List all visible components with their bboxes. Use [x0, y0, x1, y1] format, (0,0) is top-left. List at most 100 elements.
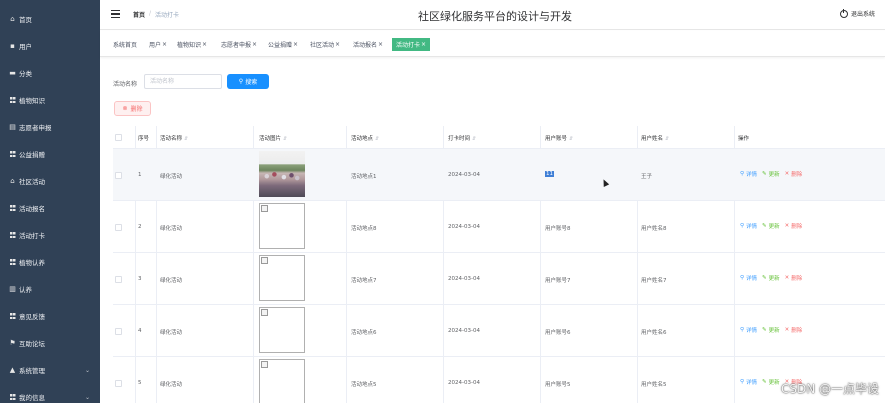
close-icon: ✕: [784, 275, 790, 281]
sort-icon[interactable]: ⇵: [184, 136, 188, 142]
close-icon[interactable]: ×: [202, 41, 207, 48]
tag-label: 活动报名: [353, 42, 378, 49]
sidebar-item-activity-signup[interactable]: 活动报名: [0, 195, 100, 221]
detail-button[interactable]: ⚲ 详情: [740, 222, 757, 230]
activity-image-thumbnail[interactable]: [259, 307, 305, 353]
edit-button[interactable]: ✎ 更新: [762, 170, 780, 178]
edit-button[interactable]: ✎ 更新: [762, 378, 780, 386]
edit-button[interactable]: ✎ 更新: [762, 326, 780, 334]
logout-button[interactable]: 退出系统: [839, 9, 875, 18]
edit-label: 更新: [768, 328, 780, 334]
breadcrumb-home[interactable]: 首页: [133, 10, 145, 19]
tag-users[interactable]: 用户 ×: [149, 38, 167, 51]
detail-label: 详情: [746, 276, 758, 282]
sidebar-item-feedback[interactable]: 意见反馈: [0, 303, 100, 329]
sidebar-item-home[interactable]: ⌂ 首页: [0, 6, 100, 32]
close-icon[interactable]: ×: [252, 41, 257, 48]
tag-community-activity[interactable]: 社区活动 ×: [310, 38, 340, 51]
edit-button[interactable]: ✎ 更新: [762, 222, 780, 230]
edit-button[interactable]: ✎ 更新: [762, 274, 780, 282]
table-row[interactable]: 2 绿化活动 活动地点8 2024-03-04 用户账号8 用户姓名8 ⚲ 详情 …: [113, 201, 885, 253]
tag-activity-signup[interactable]: 活动报名 ×: [353, 38, 383, 51]
detail-button[interactable]: ⚲ 详情: [740, 326, 757, 334]
close-icon[interactable]: ×: [162, 41, 167, 48]
sidebar-item-my-info[interactable]: 我的信息 ⌄: [0, 384, 100, 403]
sidebar-item-adopt[interactable]: ▥ 认养: [0, 276, 100, 302]
detail-label: 详情: [746, 224, 758, 230]
column-header-name[interactable]: 活动名称 ⇵: [160, 134, 188, 142]
sort-icon[interactable]: ⇵: [283, 136, 287, 142]
menu-toggle-icon[interactable]: [111, 10, 120, 18]
activity-image-thumbnail[interactable]: [259, 203, 305, 249]
select-all-checkbox[interactable]: [115, 134, 122, 141]
table-row[interactable]: 3 绿化活动 活动地点7 2024-03-04 用户账号7 用户姓名7 ⚲ 详情 …: [113, 253, 885, 305]
broken-image-icon: [261, 361, 268, 368]
cell-account: 11: [545, 171, 554, 177]
tag-volunteer[interactable]: 志愿者申报 ×: [221, 38, 257, 51]
tag-plant-knowledge[interactable]: 植物知识 ×: [177, 38, 207, 51]
detail-button[interactable]: ⚲ 详情: [740, 170, 757, 178]
close-icon: ✕: [784, 223, 790, 229]
batch-delete-button[interactable]: ⊗ 删除: [114, 101, 151, 116]
delete-button[interactable]: ✕ 删除: [785, 222, 803, 230]
sidebar-item-forum[interactable]: ⚑ 互助论坛: [0, 330, 100, 356]
row-checkbox[interactable]: [115, 172, 122, 179]
row-actions: ⚲ 详情 ✎ 更新 ✕ 删除: [740, 274, 802, 282]
tag-donation[interactable]: 公益捐赠 ×: [268, 38, 298, 51]
edit-label: 更新: [768, 276, 780, 282]
chevron-down-icon: ⌄: [84, 393, 90, 401]
tag-activity-checkin[interactable]: 活动打卡 ×: [392, 38, 431, 51]
top-header: 首页 / 活动打卡 社区绿化服务平台的设计与开发 退出系统: [100, 0, 885, 30]
activity-image-thumbnail[interactable]: [259, 359, 305, 403]
column-header-account[interactable]: 用户账号 ⇵: [545, 134, 573, 142]
delete-button[interactable]: ✕ 删除: [785, 326, 803, 334]
sidebar-item-category[interactable]: ▬ 分类: [0, 60, 100, 86]
sidebar-item-donation[interactable]: 公益捐赠: [0, 141, 100, 167]
sidebar-item-plant-knowledge[interactable]: 植物知识: [0, 87, 100, 113]
close-icon[interactable]: ×: [378, 41, 383, 48]
column-header-index: 序号: [138, 136, 150, 142]
sidebar-item-plant-adoption[interactable]: 植物认养: [0, 249, 100, 275]
row-checkbox[interactable]: [115, 276, 122, 283]
bank-icon: ⌂: [10, 177, 15, 185]
delete-button[interactable]: ✕ 删除: [785, 170, 803, 178]
row-checkbox[interactable]: [115, 380, 122, 387]
sort-icon[interactable]: ⇵: [665, 136, 669, 142]
sidebar-item-system[interactable]: ▲ 系统管理 ⌄: [0, 357, 100, 383]
broken-image-icon: [261, 205, 268, 212]
activity-image-thumbnail[interactable]: [259, 151, 305, 197]
activity-name-search-input[interactable]: [144, 74, 222, 89]
table-row[interactable]: 1 绿化活动 活动地点1 2024-03-04 11 王子 ⚲ 详情 ✎ 更新 ✕ 删…: [113, 149, 885, 201]
table-row[interactable]: 5 绿化活动 活动地点5 2024-03-04 用户账号5 用户姓名5 ⚲ 详情 …: [113, 357, 885, 403]
close-icon[interactable]: ×: [335, 41, 340, 48]
sort-icon[interactable]: ⇵: [375, 136, 379, 142]
sort-icon[interactable]: ⇵: [472, 136, 476, 142]
sidebar-item-community-activity[interactable]: ⌂ 社区活动: [0, 168, 100, 194]
activity-image-thumbnail[interactable]: [259, 255, 305, 301]
column-header-time[interactable]: 打卡时间 ⇵: [448, 134, 476, 142]
column-header-location[interactable]: 活动地点 ⇵: [351, 134, 379, 142]
sidebar-item-activity-checkin[interactable]: 活动打卡: [0, 222, 100, 248]
cell-activity-name: 绿化活动: [160, 330, 183, 336]
detail-button[interactable]: ⚲ 详情: [740, 274, 757, 282]
search-button[interactable]: ⚲ 搜索: [227, 74, 269, 89]
close-icon[interactable]: ×: [293, 41, 298, 48]
sidebar-item-volunteer[interactable]: ▤ 志愿者申报: [0, 114, 100, 140]
tag-home[interactable]: 系统首页: [113, 38, 137, 51]
row-actions: ⚲ 详情 ✎ 更新 ✕ 删除: [740, 326, 802, 334]
delete-button[interactable]: ✕ 删除: [785, 274, 803, 282]
row-checkbox[interactable]: [115, 328, 122, 335]
cell-location: 活动地点7: [351, 278, 377, 284]
table-row[interactable]: 4 绿化活动 活动地点6 2024-03-04 用户账号6 用户姓名6 ⚲ 详情 …: [113, 305, 885, 357]
close-icon[interactable]: ×: [421, 41, 426, 48]
checkin-table: 序号 活动名称 ⇵ 活动图片 ⇵ 活动地点 ⇵ 打卡时间 ⇵ 用户账号 ⇵ 用户姓名 ⇵ 操…: [113, 126, 885, 403]
column-header-image[interactable]: 活动图片 ⇵: [259, 134, 287, 142]
tag-label: 志愿者申报: [221, 42, 252, 49]
row-checkbox[interactable]: [115, 224, 122, 231]
sidebar-item-users[interactable]: ▪ 用户: [0, 33, 100, 59]
tag-label: 活动打卡: [396, 42, 421, 49]
sort-icon[interactable]: ⇵: [569, 136, 573, 142]
detail-button[interactable]: ⚲ 详情: [740, 378, 757, 386]
sidebar: ⌂ 首页 ▪ 用户 ▬ 分类 植物知识 ▤ 志愿者申报 公益捐赠 ⌂ 社区活动 活动报名 …: [0, 0, 100, 403]
column-header-username[interactable]: 用户姓名 ⇵: [641, 134, 669, 142]
